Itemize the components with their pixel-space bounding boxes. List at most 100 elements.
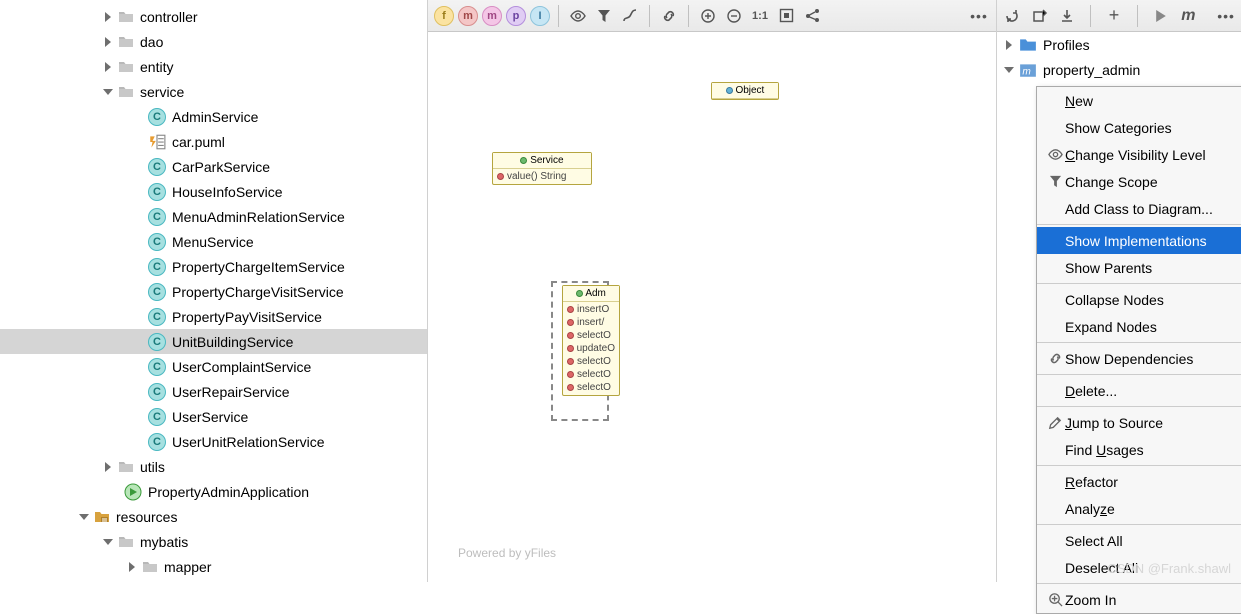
download-icon[interactable] (1059, 5, 1077, 27)
context-menu: New Show Categories Change Visibility Leve… (1036, 86, 1241, 614)
menu-item[interactable]: Change Visibility Level (1037, 141, 1241, 168)
path-icon[interactable] (619, 5, 641, 27)
menu-item[interactable]: Show Categories (1037, 114, 1241, 141)
filter-m-button[interactable]: m (482, 6, 502, 26)
tree-folder-controller[interactable]: controller (0, 4, 427, 29)
tree-item[interactable]: CHouseInfoService (0, 179, 427, 204)
tree-item[interactable]: CPropertyChargeVisitService (0, 279, 427, 304)
chevron-right-icon[interactable] (124, 562, 140, 572)
tree-item[interactable]: car.puml (0, 129, 427, 154)
tree-folder-mybatis[interactable]: mybatis (0, 529, 427, 554)
menu-item[interactable]: Change Scope (1037, 168, 1241, 195)
more-icon[interactable]: ••• (968, 5, 990, 27)
menu-label: Find Usages (1065, 442, 1241, 458)
tree-folder-service[interactable]: service (0, 79, 427, 104)
filter-f-button[interactable]: f (434, 6, 454, 26)
tree-item[interactable]: CUserRepairService (0, 379, 427, 404)
tree-folder-utils[interactable]: utils (0, 454, 427, 479)
chevron-right-icon[interactable] (100, 12, 116, 22)
chevron-right-icon[interactable] (100, 462, 116, 472)
uml-node-admin[interactable]: Adm insertOinsert/selectOupdateOselectOs… (562, 285, 620, 396)
chevron-right-icon[interactable] (100, 62, 116, 72)
diagram-toolbar: fmmpI 1:1 ••• (428, 0, 996, 32)
tree-item[interactable]: CPropertyPayVisitService (0, 304, 427, 329)
uml-node-object[interactable]: Object (711, 82, 779, 100)
share-icon[interactable] (801, 5, 823, 27)
maven-profiles[interactable]: Profiles (997, 32, 1241, 57)
filter-m-button[interactable]: m (458, 6, 478, 26)
separator (1137, 5, 1138, 27)
maven-m-icon[interactable]: m (1179, 5, 1197, 27)
spring-boot-icon (124, 483, 142, 501)
class-icon: C (148, 158, 166, 176)
uml-node-service[interactable]: Service value() String (492, 152, 592, 185)
tree-item[interactable]: CMenuAdminRelationService (0, 204, 427, 229)
generate-sources-icon[interactable] (1031, 5, 1049, 27)
menu-item[interactable]: Jump to SourceF12 (1037, 409, 1241, 436)
tree-item[interactable]: CUserComplaintService (0, 354, 427, 379)
tree-item[interactable]: CMenuService (0, 229, 427, 254)
tree-item[interactable]: CPropertyChargeItemService (0, 254, 427, 279)
menu-item[interactable]: Collapse NodesC (1037, 286, 1241, 313)
folder-icon (1019, 36, 1037, 54)
eye-icon[interactable] (567, 5, 589, 27)
tree-item[interactable]: CCarParkService (0, 154, 427, 179)
menu-item[interactable]: Show ImplementationsCtrl+T (1037, 227, 1241, 254)
tree-item[interactable]: CAdminService (0, 104, 427, 129)
watermark: CSDN @Frank.shawl (1107, 561, 1231, 576)
reload-icon[interactable] (1003, 5, 1021, 27)
separator (688, 5, 689, 27)
menu-item[interactable]: Delete...Delete (1037, 377, 1241, 404)
chevron-down-icon[interactable] (76, 512, 92, 522)
tree-folder-entity[interactable]: entity (0, 54, 427, 79)
menu-item[interactable]: Expand NodesE (1037, 313, 1241, 340)
menu-label: Show Categories (1065, 120, 1241, 136)
chevron-down-icon[interactable] (100, 537, 116, 547)
menu-divider (1037, 524, 1241, 525)
more-icon[interactable]: ••• (1217, 5, 1235, 27)
tree-item-app[interactable]: PropertyAdminApplication (0, 479, 427, 504)
menu-item[interactable]: New (1037, 87, 1241, 114)
folder-icon (118, 534, 134, 550)
menu-item[interactable]: Zoom InNumPad + (1037, 586, 1241, 613)
menu-item[interactable]: Refactor (1037, 468, 1241, 495)
tree-label: dao (140, 34, 163, 50)
maven-project[interactable]: mproperty_admin (997, 57, 1241, 82)
node-row: selectO (577, 330, 611, 341)
menu-item[interactable]: Select AllCtrl+A (1037, 527, 1241, 554)
zoom-11-icon[interactable]: 1:1 (749, 5, 771, 27)
tree-folder-mapper[interactable]: mapper (0, 554, 427, 579)
run-icon[interactable] (1152, 5, 1170, 27)
add-icon[interactable]: + (1105, 5, 1123, 27)
tree-folder-resources[interactable]: resources (0, 504, 427, 529)
menu-item[interactable]: Find UsagesCtrl+G (1037, 436, 1241, 463)
class-icon: C (148, 183, 166, 201)
chevron-right-icon[interactable] (1001, 40, 1017, 50)
project-tree[interactable]: controller dao entityserviceCAdminServicec… (0, 0, 428, 582)
menu-item[interactable]: Analyze (1037, 495, 1241, 522)
tree-label: PropertyChargeItemService (172, 259, 345, 275)
tree-item[interactable]: CUserService (0, 404, 427, 429)
tree-label: PropertyChargeVisitService (172, 284, 344, 300)
chevron-down-icon[interactable] (1001, 65, 1017, 75)
menu-item[interactable]: Show ParentsCtrl+Alt+P (1037, 254, 1241, 281)
menu-label: Show Parents (1065, 260, 1241, 276)
tree-folder-dao[interactable]: dao (0, 29, 427, 54)
chevron-right-icon[interactable] (100, 37, 116, 47)
node-row: updateO (577, 343, 615, 354)
fit-icon[interactable] (775, 5, 797, 27)
zoom-in-icon[interactable] (697, 5, 719, 27)
tree-item[interactable]: CUserUnitRelationService (0, 429, 427, 454)
menu-item[interactable]: Add Class to Diagram...空格 (1037, 195, 1241, 222)
diagram-canvas[interactable]: Object Service value() String Adm insert… (428, 32, 996, 582)
chevron-down-icon[interactable] (100, 87, 116, 97)
menu-label: Analyze (1065, 501, 1241, 517)
filter-p-button[interactable]: p (506, 6, 526, 26)
zoom-out-icon[interactable] (723, 5, 745, 27)
tree-item[interactable]: CUnitBuildingService (0, 329, 427, 354)
filter-I-button[interactable]: I (530, 6, 550, 26)
menu-item[interactable]: Show Dependencies (1037, 345, 1241, 372)
link-icon[interactable] (658, 5, 680, 27)
filter-icon[interactable] (593, 5, 615, 27)
class-icon: C (148, 308, 166, 326)
